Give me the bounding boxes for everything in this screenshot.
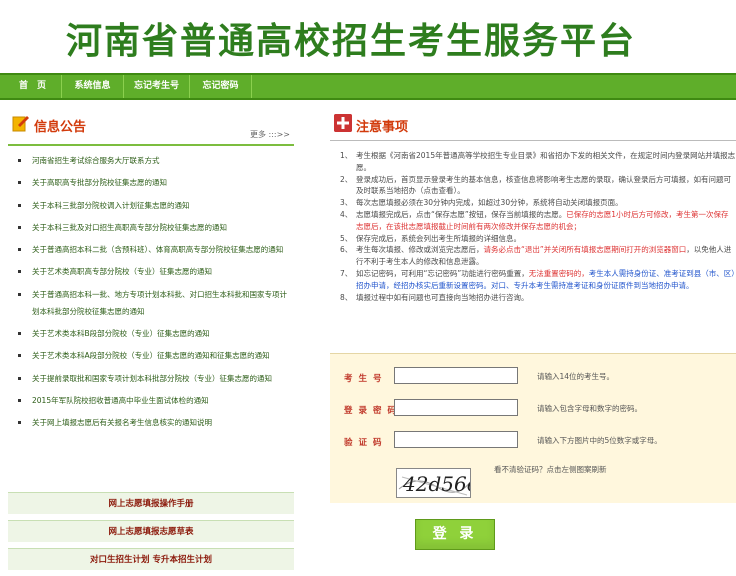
notice-item[interactable]: 关于网上填报志愿后有关报名考生信息核实的通知说明 bbox=[8, 414, 294, 431]
rule-item: 1、 考生根据《河南省2015年普通高等学校招生专业目录》和省招办下发的相关文件，… bbox=[340, 150, 736, 174]
notice-item[interactable]: 2015年军队院校招收普通高中毕业生面试体检的通知 bbox=[8, 392, 294, 409]
nav-item-home[interactable]: 首 页 bbox=[4, 75, 62, 98]
rule-item: 4、 志愿填报完成后，点击“保存志愿”按钮，保存当前填报的志愿。已保存的志愿1小时… bbox=[340, 209, 736, 233]
nav-item-forgot-student-id[interactable]: 忘记考生号 bbox=[124, 75, 190, 98]
rule-text: 请务必点击“退出”并关闭所有填报志愿期间打开的浏览器窗口 bbox=[483, 245, 687, 255]
login-panel: 注意事项 1、 考生根据《河南省2015年普通高等学校招生专业目录》和省招办下发的… bbox=[330, 110, 736, 576]
student-id-input[interactable] bbox=[394, 367, 518, 384]
notice-item[interactable]: 关于普通高招本科二批（含预科班）、体育高职高专部分院校征集志愿的通知 bbox=[8, 241, 294, 258]
rule-number: 7、 bbox=[340, 268, 353, 278]
captcha-text: 42d56c bbox=[402, 472, 471, 496]
rule-number: 3、 bbox=[340, 198, 353, 208]
rule-number: 5、 bbox=[340, 233, 353, 243]
notice-title: 信息公告 bbox=[34, 120, 87, 135]
captcha-input[interactable] bbox=[394, 431, 518, 448]
captcha-refresh-hint[interactable]: 看不清验证码？点击左侧图案刷新 bbox=[494, 464, 607, 475]
rule-number: 2、 bbox=[340, 174, 353, 184]
manual-link[interactable]: 网上志愿填报操作手册 bbox=[8, 492, 294, 514]
captcha-hint: 请输入下方图片中的5位数字或字母。 bbox=[537, 436, 662, 445]
header-banner: 河南省普通高校招生考生服务平台 bbox=[0, 0, 736, 72]
divider bbox=[8, 144, 294, 146]
more-link[interactable]: 更多 :::>> bbox=[250, 129, 290, 140]
site-title: 河南省普通高校招生考生服务平台 bbox=[66, 21, 637, 62]
rule-text: 志愿填报完成后，点击“保存志愿”按钮，保存当前填报的志愿。 bbox=[356, 209, 567, 219]
rule-number: 1、 bbox=[340, 151, 353, 160]
student-id-label: 考生号 bbox=[344, 374, 388, 384]
rule-text: 无法重置密码的， bbox=[528, 268, 589, 278]
notice-item[interactable]: 关于艺术类本科B段部分院校（专业）征集志愿的通知 bbox=[8, 325, 294, 342]
nav-item-forgot-password[interactable]: 忘记密码 bbox=[190, 75, 252, 98]
notice-item[interactable]: 关于艺术类本科A段部分院校（专业）征集志愿的通知和征集志愿的通知 bbox=[8, 347, 294, 364]
rule-item: 2、 登录成功后，首页显示登录考生的基本信息，核查信息将影响考生志愿的录取，确认登… bbox=[340, 174, 736, 198]
nav-item-system-info[interactable]: 系统信息 bbox=[62, 75, 124, 98]
divider bbox=[330, 140, 736, 141]
rule-text: 考生每次填报、修改或浏览完志愿后， bbox=[356, 245, 484, 255]
rule-item: 5、 保存完成后，系统会列出考生所填报的详细信息。 bbox=[340, 233, 736, 245]
rule-item: 7、 如忘记密码，可利用“忘记密码”功能进行密码重置，无法重置密码的，考生本人需持… bbox=[340, 268, 736, 292]
rules-list: 1、 考生根据《河南省2015年普通高等学校招生专业目录》和省招办下发的相关文件，… bbox=[340, 150, 736, 303]
notice-list: 河南省招生考试综合服务大厅联系方式 关于高职高专批部分院校征集志愿的通知 关于本… bbox=[8, 152, 294, 437]
login-button[interactable]: 登 录 bbox=[415, 519, 495, 550]
edit-icon bbox=[12, 114, 30, 132]
rule-text: 考生根据《河南省2015年普通高等学校招生专业目录》和省招办下发的相关文件，在规… bbox=[356, 151, 736, 172]
notice-item[interactable]: 关于艺术类高职高专部分院校（专业）征集志愿的通知 bbox=[8, 263, 294, 280]
rule-item: 8、 填报过程中如有问题也可直接向当地招办进行咨询。 bbox=[340, 292, 736, 304]
notice-item[interactable]: 河南省招生考试综合服务大厅联系方式 bbox=[8, 152, 294, 169]
main-nav: 首 页 系统信息 忘记考生号 忘记密码 bbox=[0, 73, 736, 100]
rule-text: 登录成功后，首页显示登录考生的基本信息，核查信息将影响考生志愿的录取，确认登录后… bbox=[356, 174, 731, 196]
rules-title: 注意事项 bbox=[356, 120, 409, 135]
captcha-label: 验证码 bbox=[344, 438, 388, 448]
notice-item[interactable]: 关于高职高专批部分院校征集志愿的通知 bbox=[8, 174, 294, 191]
plus-icon bbox=[334, 114, 352, 132]
password-input[interactable] bbox=[394, 399, 518, 416]
rule-text: 填报过程中如有问题也可直接向当地招办进行咨询。 bbox=[356, 292, 529, 302]
plan-link[interactable]: 对口生招生计划 专升本招生计划 bbox=[8, 548, 294, 570]
notice-item[interactable]: 关于本科三批及对口招生高职高专部分院校征集志愿的通知 bbox=[8, 219, 294, 236]
rule-number: 8、 bbox=[340, 292, 353, 302]
student-id-hint: 请输入14位的考生号。 bbox=[537, 372, 615, 381]
rule-item: 6、 考生每次填报、修改或浏览完志愿后，请务必点击“退出”并关闭所有填报志愿期间打… bbox=[340, 244, 736, 268]
rule-text: 如忘记密码，可利用“忘记密码”功能进行密码重置， bbox=[356, 268, 529, 278]
password-hint: 请输入包含字母和数字的密码。 bbox=[537, 404, 642, 413]
rules-header: 注意事项 bbox=[330, 110, 736, 136]
rule-number: 6、 bbox=[340, 245, 353, 255]
notice-item[interactable]: 关于提前录取批和国家专项计划本科批部分院校（专业）征集志愿的通知 bbox=[8, 370, 294, 387]
rule-text: 保存完成后，系统会列出考生所填报的详细信息。 bbox=[356, 233, 521, 243]
notice-panel: 信息公告 更多 :::>> 河南省招生考试综合服务大厅联系方式 关于高职高专批部… bbox=[8, 110, 294, 576]
notice-item[interactable]: 关于本科三批部分院校调入计划征集志愿的通知 bbox=[8, 197, 294, 214]
login-form: 考生号 请输入14位的考生号。 登录密码 请输入包含字母和数字的密码。 验证码 … bbox=[330, 353, 736, 503]
rule-number: 4、 bbox=[340, 209, 353, 219]
captcha-image[interactable]: 42d56c bbox=[396, 468, 471, 498]
rule-item: 3、 每次志愿填报必须在30分钟内完成，如超过30分钟，系统将自动关闭填报页面。 bbox=[340, 197, 736, 209]
rule-text: 每次志愿填报必须在30分钟内完成，如超过30分钟，系统将自动关闭填报页面。 bbox=[356, 198, 623, 208]
draft-form-link[interactable]: 网上志愿填报志愿草表 bbox=[8, 520, 294, 542]
notice-item[interactable]: 关于普通高招本科一批、地方专项计划本科批、对口招生本科批和国家专项计划本科批部分… bbox=[8, 286, 294, 320]
